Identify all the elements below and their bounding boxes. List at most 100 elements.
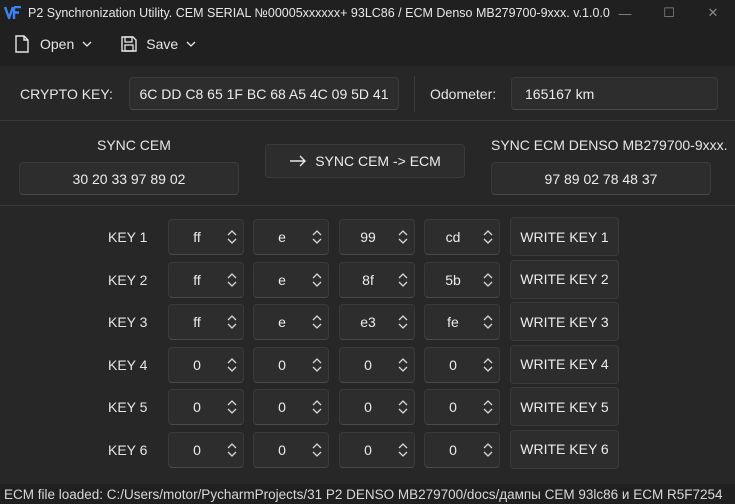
write-key-label: WRITE KEY 2 <box>520 271 609 287</box>
spin-arrows-icon[interactable] <box>392 442 414 457</box>
key-byte-spinbox[interactable]: 99 <box>339 219 415 255</box>
divider <box>414 76 415 112</box>
maximize-button[interactable]: ☐ <box>647 0 691 26</box>
maximize-icon: ☐ <box>663 5 675 20</box>
write-key-button[interactable]: WRITE KEY 2 <box>510 259 619 299</box>
key-byte-spinbox[interactable]: ff <box>168 304 244 340</box>
write-key-button[interactable]: WRITE KEY 4 <box>510 344 619 384</box>
spin-arrows-icon[interactable] <box>306 400 328 414</box>
spin-arrows-icon[interactable] <box>221 400 243 414</box>
spin-arrows-icon[interactable] <box>306 230 328 244</box>
spin-arrows-icon[interactable] <box>477 400 499 414</box>
key-byte-spinbox[interactable]: 5b <box>424 261 500 298</box>
key-byte-spinbox[interactable]: fe <box>424 304 500 340</box>
key-byte-spinbox[interactable]: 0 <box>424 389 500 425</box>
key-byte-spinbox[interactable]: 0 <box>339 389 415 425</box>
sync-cem-field[interactable]: 30 20 33 97 89 02 <box>19 162 239 195</box>
key-label: KEY 4 <box>108 356 148 373</box>
spin-arrows-icon[interactable] <box>477 315 499 329</box>
spin-arrows-icon[interactable] <box>306 315 328 329</box>
minimize-button[interactable]: — <box>603 0 647 26</box>
key-byte-spinbox[interactable]: e <box>253 304 329 340</box>
write-key-button[interactable]: WRITE KEY 6 <box>510 429 619 469</box>
write-key-label: WRITE KEY 1 <box>520 228 609 245</box>
spin-arrows-icon[interactable] <box>477 272 499 287</box>
key-byte-value: 0 <box>449 399 457 415</box>
key-byte-spinbox[interactable]: 0 <box>424 346 500 383</box>
key-byte-value: 0 <box>449 441 457 458</box>
key-byte-spinbox[interactable]: 0 <box>168 431 244 468</box>
key-byte-spinbox[interactable]: e <box>253 219 329 255</box>
key-label: KEY 6 <box>108 441 148 458</box>
key-byte-spinbox[interactable]: ff <box>168 219 244 255</box>
key-byte-spinbox[interactable]: 0 <box>339 346 415 383</box>
key-byte-value: fe <box>447 314 459 330</box>
key-byte-spinbox[interactable]: 0 <box>253 346 329 383</box>
spin-arrows-icon[interactable] <box>392 315 414 329</box>
spin-arrows-icon[interactable] <box>306 357 328 372</box>
key-byte-spinbox[interactable]: cd <box>424 219 500 255</box>
key-byte-spinbox[interactable]: e3 <box>339 304 415 340</box>
spin-arrows-icon[interactable] <box>392 272 414 287</box>
key-byte-value: 0 <box>278 356 286 373</box>
key-byte-spinbox[interactable]: 0 <box>253 431 329 468</box>
key-byte-value: ff <box>193 229 201 245</box>
spin-arrows-icon[interactable] <box>392 357 414 372</box>
key-byte-spinbox[interactable]: 0 <box>424 431 500 468</box>
key-byte-spinbox[interactable]: 0 <box>168 389 244 425</box>
key-byte-value: 0 <box>193 356 201 373</box>
write-key-label: WRITE KEY 4 <box>520 356 609 372</box>
write-key-label: WRITE KEY 3 <box>520 313 609 330</box>
key-byte-spinbox[interactable]: 0 <box>168 346 244 383</box>
write-key-label: WRITE KEY 6 <box>520 441 609 457</box>
window-controls: — ☐ ✕ <box>603 0 735 26</box>
spin-arrows-icon[interactable] <box>221 230 243 244</box>
chevron-down-icon <box>82 41 92 47</box>
odometer-field[interactable]: 165167 km <box>511 77 718 110</box>
spin-arrows-icon[interactable] <box>392 230 414 244</box>
key-byte-spinbox[interactable]: 0 <box>253 389 329 425</box>
key-byte-value: e <box>278 271 286 288</box>
spin-arrows-icon[interactable] <box>221 272 243 287</box>
spin-arrows-icon[interactable] <box>306 272 328 287</box>
sync-cem-ecm-label: SYNC CEM -> ECM <box>315 153 441 169</box>
write-key-button[interactable]: WRITE KEY 5 <box>510 387 619 426</box>
main-panel: CRYPTO KEY: 6C DD C8 65 1F BC 68 A5 4C 0… <box>0 66 735 484</box>
sync-ecm-value: 97 89 02 78 48 37 <box>544 170 658 187</box>
spin-arrows-icon[interactable] <box>306 442 328 457</box>
key-byte-value: 8f <box>362 271 374 288</box>
spin-arrows-icon[interactable] <box>392 400 414 414</box>
write-key-label: WRITE KEY 5 <box>520 398 609 415</box>
open-menu-button[interactable]: Open <box>8 30 98 58</box>
key-byte-value: 0 <box>364 399 372 415</box>
arrow-right-icon <box>289 155 307 167</box>
sync-cem-ecm-button[interactable]: SYNC CEM -> ECM <box>265 144 465 178</box>
key-label: KEY 5 <box>108 399 148 415</box>
key-byte-spinbox[interactable]: 8f <box>339 261 415 298</box>
close-button[interactable]: ✕ <box>691 0 735 26</box>
key-byte-value: 5b <box>445 271 461 288</box>
key-byte-spinbox[interactable]: e <box>253 261 329 298</box>
spin-arrows-icon[interactable] <box>477 357 499 372</box>
spin-arrows-icon[interactable] <box>477 230 499 244</box>
key-byte-value: 0 <box>193 441 201 458</box>
key-byte-spinbox[interactable]: ff <box>168 261 244 298</box>
save-menu-button[interactable]: Save <box>114 30 202 58</box>
write-key-button[interactable]: WRITE KEY 1 <box>510 217 619 256</box>
spin-arrows-icon[interactable] <box>477 442 499 457</box>
sync-ecm-field[interactable]: 97 89 02 78 48 37 <box>491 162 711 195</box>
menu-bar: Open Save <box>0 28 735 60</box>
key-byte-value: 0 <box>278 441 286 458</box>
write-key-button[interactable]: WRITE KEY 3 <box>510 302 619 341</box>
spin-arrows-icon[interactable] <box>221 442 243 457</box>
title-bar: P2 Synchronization Utility. CEM SERIAL №… <box>0 0 735 26</box>
status-text: ECM file loaded: C:/Users/motor/PycharmP… <box>4 486 723 502</box>
crypto-key-field[interactable]: 6C DD C8 65 1F BC 68 A5 4C 09 5D 41 <box>129 77 399 110</box>
save-menu-label: Save <box>146 36 179 52</box>
spin-arrows-icon[interactable] <box>221 315 243 329</box>
odometer-value: 165167 km <box>525 85 595 102</box>
key-byte-spinbox[interactable]: 0 <box>339 431 415 468</box>
file-icon <box>14 35 32 53</box>
spin-arrows-icon[interactable] <box>221 357 243 372</box>
save-icon <box>120 35 138 53</box>
